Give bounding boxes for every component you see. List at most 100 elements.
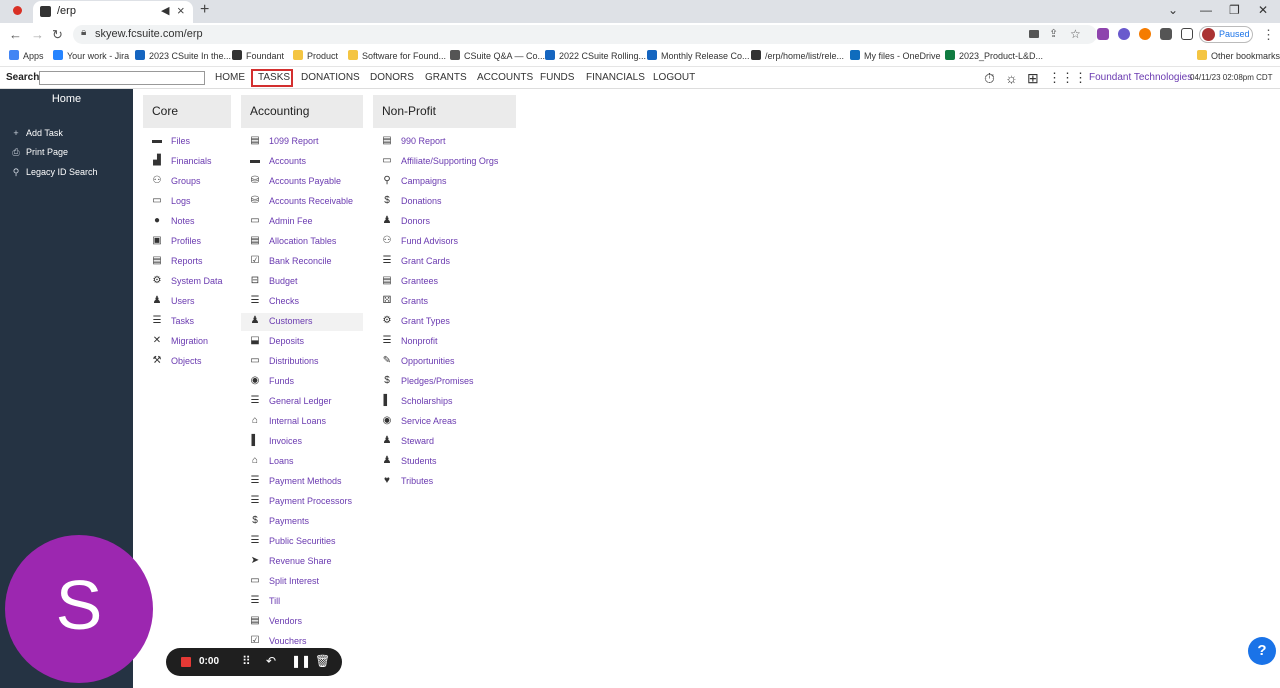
nonprofit-item-students[interactable]: ♟ Students bbox=[373, 453, 516, 471]
accounting-item-admin-fee[interactable]: ▭ Admin Fee bbox=[241, 213, 363, 231]
accounting-item-invoices[interactable]: ▌ Invoices bbox=[241, 433, 363, 451]
core-item-reports[interactable]: ▤ Reports bbox=[143, 253, 231, 271]
app-grid-icon[interactable]: ⋮⋮⋮ bbox=[1048, 70, 1087, 86]
browser-menu-icon[interactable]: ⋮ bbox=[1262, 27, 1275, 43]
core-item-logs[interactable]: ▭ Logs bbox=[143, 193, 231, 211]
core-item-users[interactable]: ♟ Users bbox=[143, 293, 231, 311]
browser-tab[interactable]: /erp ◀ × bbox=[33, 1, 193, 23]
new-tab-icon[interactable]: + bbox=[200, 1, 209, 19]
share-icon[interactable]: ⇪ bbox=[1049, 27, 1058, 40]
stop-recording-button[interactable] bbox=[181, 657, 191, 667]
accounting-item-till[interactable]: ☰ Till bbox=[241, 593, 363, 611]
sidebar-item-print-page[interactable]: ⎙ Print Page bbox=[10, 147, 68, 158]
core-item-notes[interactable]: ● Notes bbox=[143, 213, 231, 231]
core-item-files[interactable]: ▬ Files bbox=[143, 133, 231, 151]
delete-icon[interactable]: 🗑︎ bbox=[315, 654, 330, 668]
nav-home[interactable]: HOME bbox=[215, 72, 245, 83]
nav-logout[interactable]: LOGOUT bbox=[653, 72, 695, 83]
reload-icon[interactable]: ↻ bbox=[52, 27, 63, 43]
drag-handle-icon[interactable]: ⠿ bbox=[242, 654, 251, 668]
accounting-item-payment-processors[interactable]: ☰ Payment Processors bbox=[241, 493, 363, 511]
forward-icon[interactable]: → bbox=[31, 27, 44, 42]
camera-icon[interactable] bbox=[1029, 30, 1039, 38]
tab-search-icon[interactable]: ⌄ bbox=[1168, 3, 1178, 17]
accounting-item-accounts-payable[interactable]: ⛁ Accounts Payable bbox=[241, 173, 363, 191]
side-panel-icon[interactable] bbox=[1181, 28, 1193, 40]
bookmark-item[interactable]: 2022 CSuite Rolling... bbox=[545, 50, 646, 61]
restore-icon[interactable]: ❐ bbox=[1229, 3, 1240, 17]
close-tab-icon[interactable]: × bbox=[177, 3, 185, 18]
nav-funds[interactable]: FUNDS bbox=[540, 72, 574, 83]
nonprofit-item-grant-cards[interactable]: ☰ Grant Cards bbox=[373, 253, 516, 271]
nonprofit-item-990-report[interactable]: ▤ 990 Report bbox=[373, 133, 516, 151]
bookmark-item[interactable]: Foundant bbox=[232, 50, 284, 61]
accounting-item-funds[interactable]: ◉ Funds bbox=[241, 373, 363, 391]
bookmark-star-icon[interactable]: ☆ bbox=[1070, 27, 1081, 41]
bookmark-item[interactable]: /erp/home/list/rele... bbox=[751, 50, 844, 61]
bookmark-item[interactable]: Your work - Jira bbox=[53, 50, 129, 61]
accounting-item-loans[interactable]: ⌂ Loans bbox=[241, 453, 363, 471]
core-item-profiles[interactable]: ▣ Profiles bbox=[143, 233, 231, 251]
gift-icon[interactable]: ⊞ bbox=[1027, 70, 1039, 87]
nonprofit-item-grants[interactable]: ⚄ Grants bbox=[373, 293, 516, 311]
accounting-item-customers[interactable]: ♟ Customers bbox=[241, 313, 363, 331]
search-input[interactable] bbox=[39, 71, 205, 85]
nonprofit-item-pledges-promises[interactable]: $ Pledges/Promises bbox=[373, 373, 516, 391]
core-item-objects[interactable]: ⚒ Objects bbox=[143, 353, 231, 371]
accounting-item-revenue-share[interactable]: ➤ Revenue Share bbox=[241, 553, 363, 571]
bookmark-item[interactable]: Product bbox=[293, 50, 338, 61]
lightbulb-icon[interactable]: ☼ bbox=[1005, 70, 1018, 86]
core-item-groups[interactable]: ⚇ Groups bbox=[143, 173, 231, 191]
nonprofit-item-grantees[interactable]: ▤ Grantees bbox=[373, 273, 516, 291]
bookmark-item[interactable]: Apps bbox=[9, 50, 44, 61]
nonprofit-item-tributes[interactable]: ♥ Tributes bbox=[373, 473, 516, 491]
nav-donations[interactable]: DONATIONS bbox=[301, 72, 360, 83]
accounting-item-distributions[interactable]: ▭ Distributions bbox=[241, 353, 363, 371]
accounting-item-internal-loans[interactable]: ⌂ Internal Loans bbox=[241, 413, 363, 431]
core-item-financials[interactable]: ▟ Financials bbox=[143, 153, 231, 171]
sidebar-title[interactable]: Home bbox=[0, 93, 133, 105]
nonprofit-item-nonprofit[interactable]: ☰ Nonprofit bbox=[373, 333, 516, 351]
nonprofit-item-fund-advisors[interactable]: ⚇ Fund Advisors bbox=[373, 233, 516, 251]
accounting-item-vendors[interactable]: ▤ Vendors bbox=[241, 613, 363, 631]
accounting-item-general-ledger[interactable]: ☰ General Ledger bbox=[241, 393, 363, 411]
bookmark-item[interactable]: 2023 CSuite In the... bbox=[135, 50, 231, 61]
accounting-item-accounts-receivable[interactable]: ⛁ Accounts Receivable bbox=[241, 193, 363, 211]
bookmark-item[interactable]: Software for Found... bbox=[348, 50, 446, 61]
nonprofit-item-donations[interactable]: $ Donations bbox=[373, 193, 516, 211]
bookmark-item[interactable]: CSuite Q&A — Co... bbox=[450, 50, 545, 61]
accounting-item-allocation-tables[interactable]: ▤ Allocation Tables bbox=[241, 233, 363, 251]
bookmark-item[interactable]: Monthly Release Co... bbox=[647, 50, 750, 61]
nonprofit-item-campaigns[interactable]: ⚲ Campaigns bbox=[373, 173, 516, 191]
bookmark-item[interactable]: 2023_Product-L&D... bbox=[945, 50, 1043, 61]
help-button[interactable]: ? bbox=[1248, 637, 1276, 665]
core-item-tasks[interactable]: ☰ Tasks bbox=[143, 313, 231, 331]
accounting-item-public-securities[interactable]: ☰ Public Securities bbox=[241, 533, 363, 551]
core-item-migration[interactable]: ✕ Migration bbox=[143, 333, 231, 351]
minimize-icon[interactable]: — bbox=[1200, 3, 1212, 17]
accounting-item-checks[interactable]: ☰ Checks bbox=[241, 293, 363, 311]
pause-icon[interactable]: ❚❚ bbox=[291, 654, 311, 668]
nav-donors[interactable]: DONORS bbox=[370, 72, 414, 83]
nav-financials[interactable]: FINANCIALS bbox=[586, 72, 645, 83]
url-bar[interactable]: 🔒︎ skyew.fcsuite.com/erp bbox=[73, 25, 1097, 44]
nav-tasks[interactable]: TASKS bbox=[258, 72, 290, 83]
accounting-item-split-interest[interactable]: ▭ Split Interest bbox=[241, 573, 363, 591]
back-icon[interactable]: ← bbox=[9, 27, 22, 42]
extension-pen-icon[interactable] bbox=[1097, 28, 1109, 40]
accounting-item-budget[interactable]: ⊟ Budget bbox=[241, 273, 363, 291]
bookmark-item[interactable]: My files - OneDrive bbox=[850, 50, 941, 61]
nonprofit-item-steward[interactable]: ♟ Steward bbox=[373, 433, 516, 451]
sidebar-item-legacy-id-search[interactable]: ⚲ Legacy ID Search bbox=[10, 167, 98, 178]
close-window-icon[interactable]: ✕ bbox=[1258, 3, 1268, 17]
accounting-item-bank-reconcile[interactable]: ☑ Bank Reconcile bbox=[241, 253, 363, 271]
nav-grants[interactable]: GRANTS bbox=[425, 72, 467, 83]
core-item-system-data[interactable]: ⚙ System Data bbox=[143, 273, 231, 291]
accounting-item-payment-methods[interactable]: ☰ Payment Methods bbox=[241, 473, 363, 491]
company-name[interactable]: Foundant Technologies bbox=[1089, 72, 1192, 83]
other-bookmarks[interactable]: Other bookmarks bbox=[1197, 50, 1280, 61]
nonprofit-item-scholarships[interactable]: ▌ Scholarships bbox=[373, 393, 516, 411]
nonprofit-item-grant-types[interactable]: ⚙ Grant Types bbox=[373, 313, 516, 331]
profile-button[interactable]: Paused bbox=[1199, 26, 1253, 43]
nonprofit-item-service-areas[interactable]: ◉ Service Areas bbox=[373, 413, 516, 431]
